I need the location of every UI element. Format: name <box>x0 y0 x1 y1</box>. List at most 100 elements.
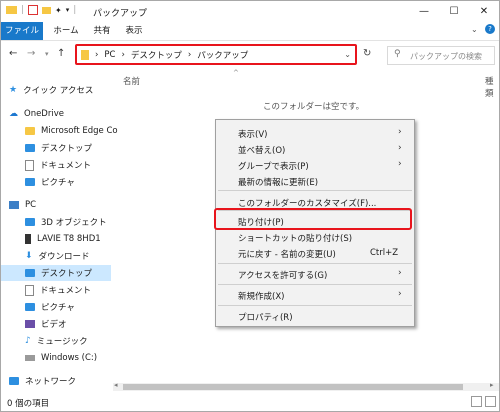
breadcrumb-pc[interactable]: PC <box>104 50 115 60</box>
menu-item-view[interactable]: 表示(V) › <box>216 125 414 141</box>
sidebar-item-onedrive-pictures[interactable]: ピクチャ <box>25 174 135 190</box>
window-title: パックアップ <box>93 9 148 19</box>
sidebar-item-microsoft-edge[interactable]: Microsoft Edge Co <box>25 123 135 139</box>
sidebar-item-label: PC <box>25 200 37 210</box>
drive-icon <box>25 355 35 361</box>
menu-item-undo-rename[interactable]: 元に戻す - 名前の変更(U) Ctrl+Z <box>216 245 414 261</box>
pictures-icon <box>25 178 35 186</box>
menu-separator <box>218 263 412 264</box>
menu-item-properties[interactable]: プロパティ(R) <box>216 308 414 324</box>
ribbon-tabs: ファイル ホーム 共有 表示 ⌄ ? <box>1 22 499 41</box>
sidebar-item-videos[interactable]: ビデオ <box>25 316 135 332</box>
folder-icon <box>25 127 35 135</box>
sidebar-item-onedrive[interactable]: ☁ OneDrive <box>9 106 119 122</box>
menu-separator <box>218 190 412 191</box>
video-icon <box>25 320 35 328</box>
maximize-button[interactable]: ☐ <box>439 1 469 22</box>
sidebar-item-windows-c[interactable]: Windows (C:) <box>25 350 135 366</box>
chevron-right-icon: › <box>398 127 402 137</box>
recent-locations-icon[interactable]: ▾ <box>45 50 49 58</box>
breadcrumb-separator-icon[interactable]: › <box>95 50 98 60</box>
sidebar-item-music[interactable]: ♪ ミュージック <box>25 333 135 349</box>
tab-file[interactable]: ファイル <box>1 22 43 40</box>
sidebar-item-network[interactable]: ネットワーク <box>9 373 119 389</box>
address-bar[interactable]: › PC › デスクトップ › パックアップ ⌄ <box>75 44 357 65</box>
breadcrumb-separator-icon[interactable]: › <box>188 50 191 60</box>
column-header-type[interactable]: 種類 <box>485 75 499 99</box>
help-icon[interactable]: ? <box>485 24 495 34</box>
sidebar-item-label: OneDrive <box>24 109 64 119</box>
pin-icon[interactable]: ✦ <box>55 6 62 15</box>
tablet-icon <box>25 234 31 244</box>
chevron-right-icon: › <box>398 143 402 153</box>
sidebar-item-onedrive-documents[interactable]: ドキュメント <box>25 157 135 173</box>
menu-item-refresh[interactable]: 最新の情報に更新(E) <box>216 173 414 189</box>
scrollbar-thumb[interactable] <box>123 384 463 390</box>
sort-ascending-icon: ^ <box>233 69 239 77</box>
sidebar-item-label: クイック アクセス <box>23 86 94 96</box>
expand-ribbon-icon[interactable]: ⌄ <box>471 25 478 34</box>
new-folder-icon[interactable] <box>42 6 52 14</box>
download-icon: ⬇ <box>25 251 33 261</box>
sidebar-item-label: ピクチャ <box>41 303 75 313</box>
tab-home[interactable]: ホーム <box>49 22 83 40</box>
column-header-name[interactable]: 名前 <box>123 75 140 87</box>
scroll-left-icon[interactable]: ◂ <box>114 381 118 389</box>
tab-share[interactable]: 共有 <box>89 22 115 40</box>
menu-item-group-by[interactable]: グループで表示(P) › <box>216 157 414 173</box>
scroll-right-icon[interactable]: ▸ <box>490 381 494 389</box>
menu-item-paste-shortcut[interactable]: ショートカットの貼り付け(S) <box>216 229 414 245</box>
breadcrumb-backup[interactable]: パックアップ <box>197 49 248 61</box>
back-arrow-icon[interactable]: ← <box>9 48 17 59</box>
sidebar-item-label: ドキュメント <box>40 286 92 296</box>
sidebar-item-label: デスクトップ <box>41 144 93 154</box>
sidebar-item-label: Microsoft Edge Co <box>41 126 118 136</box>
menu-item-give-access[interactable]: アクセスを許可する(G) › <box>216 266 414 282</box>
sidebar-item-label: LAVIE T8 8HD1 <box>37 234 101 244</box>
menu-item-sort[interactable]: 並べ替え(O) › <box>216 141 414 157</box>
refresh-icon[interactable]: ↻ <box>363 48 371 59</box>
close-button[interactable]: ✕ <box>469 1 499 22</box>
sidebar-item-label: ミュージック <box>36 337 88 347</box>
breadcrumb: › PC › デスクトップ › パックアップ <box>81 49 248 61</box>
minimize-button[interactable]: — <box>409 1 439 22</box>
menu-item-label: ショートカットの貼り付け(S) <box>238 234 353 244</box>
breadcrumb-separator-icon[interactable]: › <box>121 50 124 60</box>
folder-icon <box>6 6 17 14</box>
empty-folder-message: このフォルダーは空です。 <box>263 102 365 112</box>
sidebar-item-pc[interactable]: PC <box>9 197 119 213</box>
sidebar-item-downloads[interactable]: ⬇ ダウンロード <box>25 248 135 264</box>
tab-view[interactable]: 表示 <box>121 22 147 40</box>
menu-item-label: グループで表示(P) <box>238 162 309 172</box>
forward-arrow-icon[interactable]: → <box>27 48 35 59</box>
menu-separator <box>218 305 412 306</box>
sidebar-item-desktop[interactable]: デスクトップ <box>1 265 111 281</box>
search-input[interactable]: パックアップの検索 <box>410 51 482 62</box>
chevron-right-icon: › <box>398 268 402 278</box>
3d-objects-icon <box>25 218 35 226</box>
sidebar-item-label: ドキュメント <box>40 161 92 171</box>
search-box[interactable]: ⚲ パックアップの検索 <box>387 46 495 65</box>
horizontal-scrollbar[interactable]: ◂ ▸ <box>113 381 499 391</box>
sidebar-item-3d-objects[interactable]: 3D オブジェクト <box>25 214 135 230</box>
sidebar-item-quick-access[interactable]: ★ クイック アクセス <box>9 82 119 98</box>
toolbar-divider: | <box>21 5 25 15</box>
menu-item-new[interactable]: 新規作成(X) › <box>216 287 414 303</box>
breadcrumb-desktop[interactable]: デスクトップ <box>131 49 182 61</box>
details-view-icon[interactable] <box>471 396 482 407</box>
network-icon <box>9 377 19 385</box>
up-arrow-icon[interactable]: ↑ <box>57 48 65 59</box>
sidebar-item-lavie[interactable]: LAVIE T8 8HD1 <box>25 231 135 247</box>
menu-item-label: 最新の情報に更新(E) <box>238 178 319 188</box>
menu-item-shortcut: Ctrl+Z <box>370 248 399 258</box>
chevron-down-icon[interactable]: ▾ <box>66 6 70 14</box>
music-icon: ♪ <box>25 336 31 346</box>
properties-icon[interactable] <box>28 5 39 15</box>
sidebar-item-documents[interactable]: ドキュメント <box>25 282 135 298</box>
menu-item-label: アクセスを許可する(G) <box>238 271 328 281</box>
chevron-down-icon[interactable]: ⌄ <box>344 50 351 59</box>
chevron-right-icon: › <box>398 289 402 299</box>
sidebar-item-pictures[interactable]: ピクチャ <box>25 299 135 315</box>
sidebar-item-onedrive-desktop[interactable]: デスクトップ <box>25 140 135 156</box>
large-icons-view-icon[interactable] <box>485 396 496 407</box>
